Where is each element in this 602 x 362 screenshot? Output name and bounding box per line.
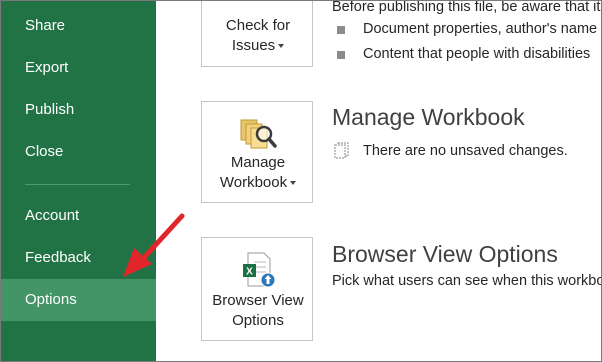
document-icon [334,142,349,159]
inspect-bullet-1: Document properties, author's name [363,21,598,37]
manage-workbook-button[interactable]: Manage Workbook [201,101,313,203]
check-for-issues-label-line2: Issues [231,37,276,54]
check-for-issues-label-line2-wrap: Issues [202,36,314,56]
backstage-window: Share Export Publish Close Account Feedb… [0,0,602,362]
chevron-down-icon [278,44,285,49]
sidebar-item-account[interactable]: Account [1,195,156,237]
bullet-icon [337,51,345,59]
backstage-sidebar: Share Export Publish Close Account Feedb… [1,1,156,361]
sidebar-item-share[interactable]: Share [1,5,156,47]
browser-view-label-line1: Browser View [212,292,304,309]
sidebar-item-close[interactable]: Close [1,131,156,173]
bullet-icon [337,26,345,34]
manage-workbook-title: Manage Workbook [332,104,525,130]
browser-view-options-button[interactable]: X Browser View Options [201,237,313,341]
browser-view-options-title: Browser View Options [332,241,558,267]
inspect-description: Before publishing this file, be aware th… [332,0,601,15]
check-for-issues-label-line1: Check for [225,17,291,34]
browser-view-description: Pick what users can see when this workbo… [332,273,602,289]
chevron-down-icon [290,181,297,186]
excel-upload-icon: X [243,252,276,288]
manage-workbook-label-line2: Workbook [219,174,288,191]
sidebar-item-feedback[interactable]: Feedback [1,237,156,279]
sidebar-item-options[interactable]: Options [1,279,156,321]
manage-workbook-label-line2-wrap: Workbook [202,173,314,193]
sidebar-item-export[interactable]: Export [1,47,156,89]
check-for-issues-button[interactable]: Check for Issues [201,1,314,67]
folder-search-icon [240,119,277,149]
browser-view-label-line2: Options [232,312,284,329]
inspect-bullet-2: Content that people with disabilities [363,46,591,62]
unsaved-changes-status: There are no unsaved changes. [363,143,568,159]
sidebar-item-publish[interactable]: Publish [1,89,156,131]
manage-workbook-label-line1: Manage [230,154,286,171]
svg-text:X: X [246,267,253,278]
sidebar-divider [25,184,130,185]
